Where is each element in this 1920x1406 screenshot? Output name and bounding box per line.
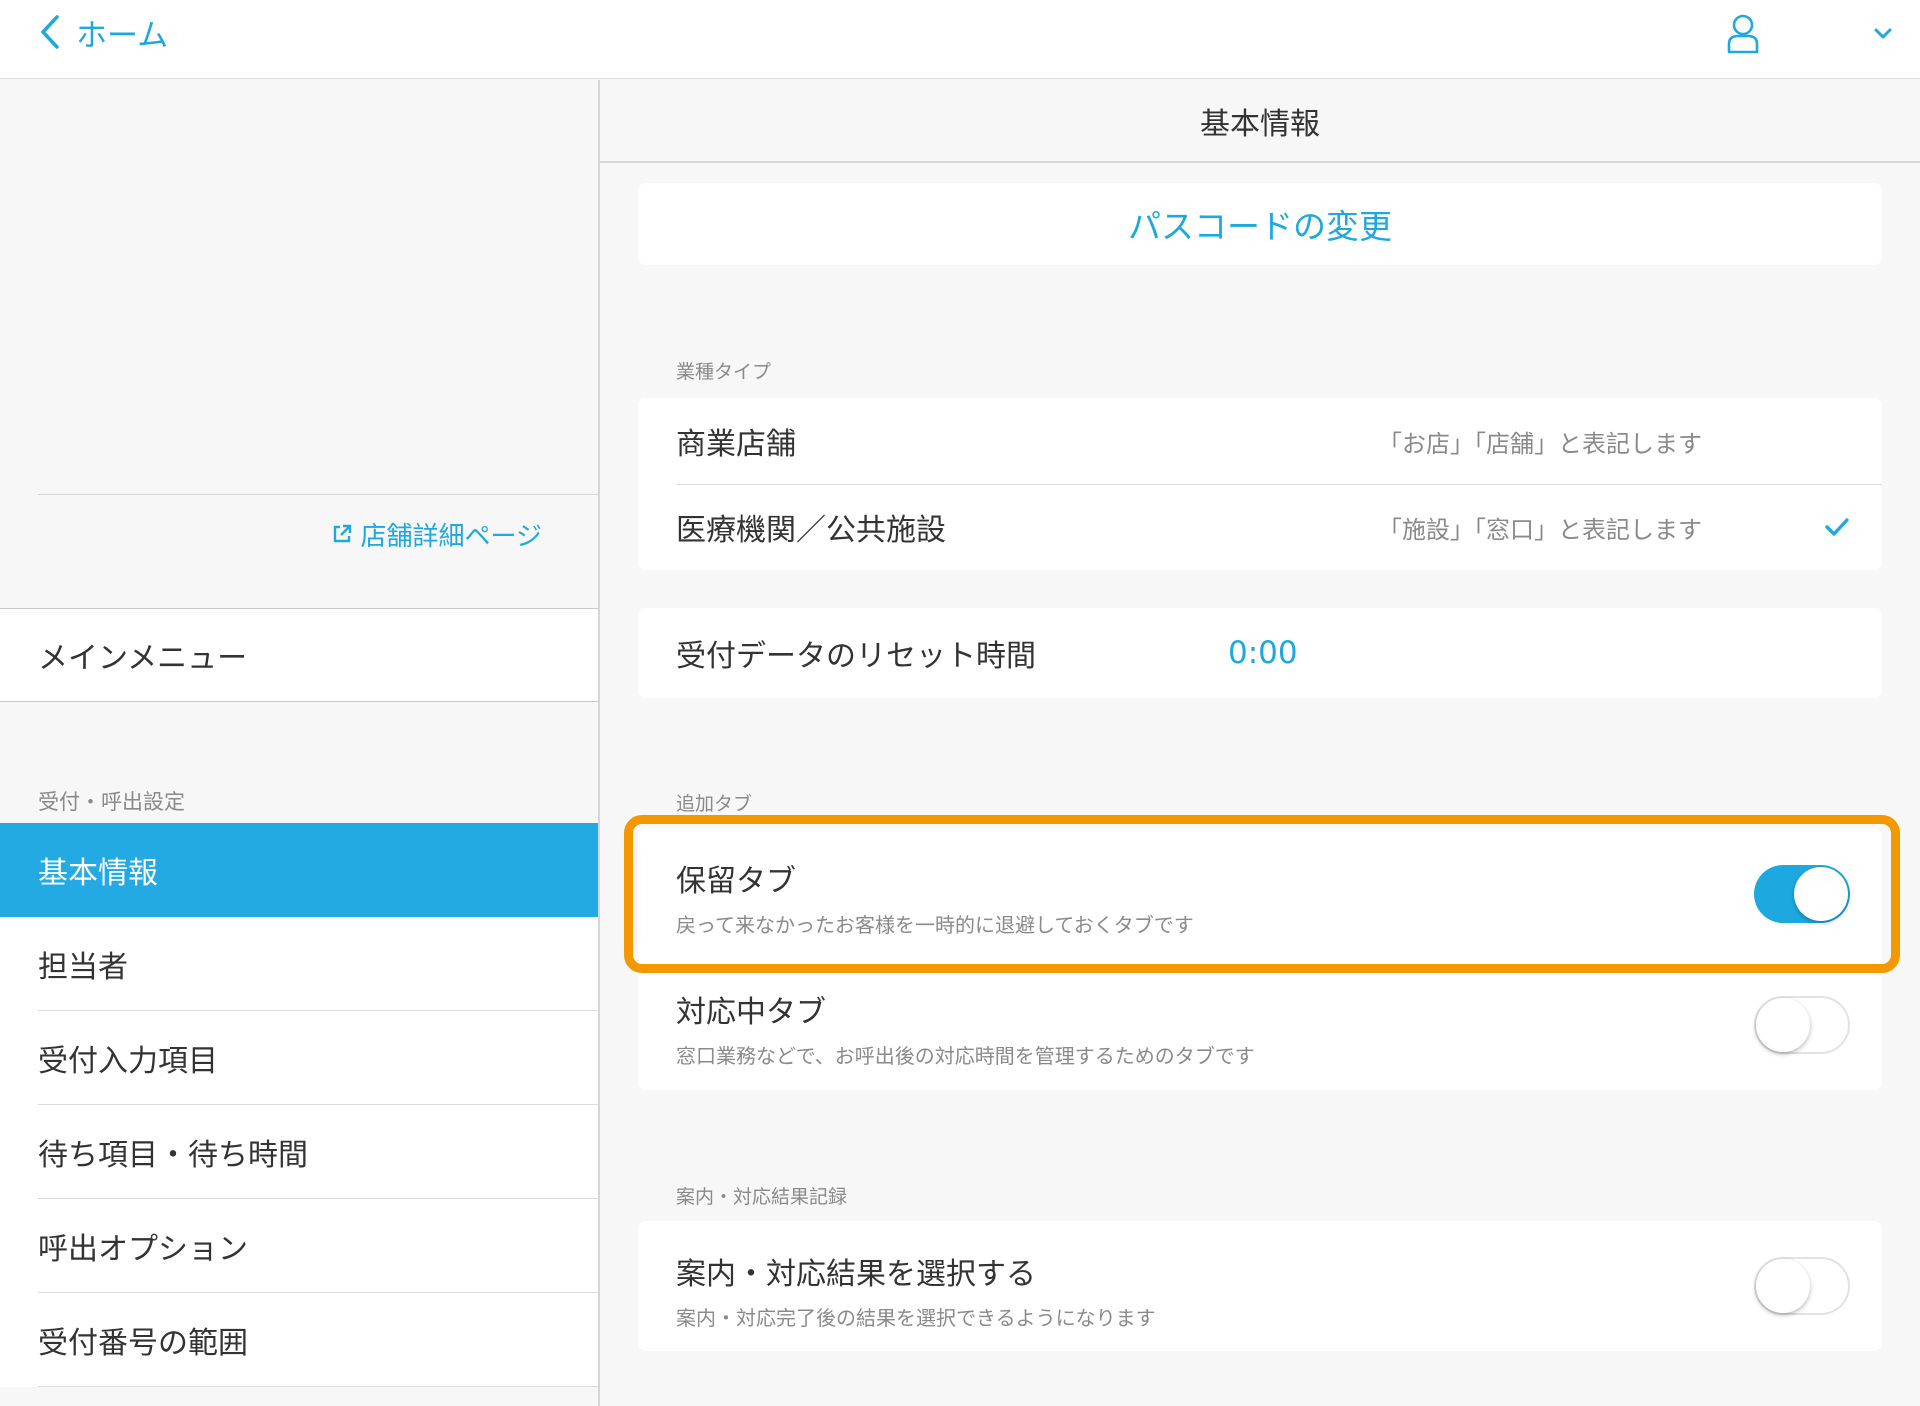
option-hint: 「施設」「窓口」と表記します (1378, 515, 1702, 544)
sidebar-item-staff[interactable]: 担当者 (0, 917, 598, 1011)
reset-time-row[interactable]: 受付データのリセット時間 0:00 (638, 608, 1882, 698)
store-detail-link[interactable]: 店舗詳細ページ (331, 516, 542, 552)
sidebar-item-call-options[interactable]: 呼出オプション (0, 1199, 598, 1293)
toggle-description: 案内・対応完了後の結果を選択できるようになります (676, 1306, 1156, 1330)
sidebar-item-basic-info[interactable]: 基本情報 (0, 823, 598, 917)
sidebar-item-label: 担当者 (38, 950, 128, 985)
sidebar-list: 基本情報 担当者 受付入力項目 待ち項目・待ち時間 呼出オプション 受付番号の範… (0, 823, 598, 1387)
toggle-title: 保留タブ (676, 864, 796, 899)
store-detail-label: 店舗詳細ページ (360, 521, 542, 552)
in-service-tab-toggle[interactable] (1754, 996, 1850, 1054)
reset-time-content: 受付データのリセット時間 0:00 (638, 608, 1882, 698)
toggle-knob (1756, 1259, 1810, 1313)
toggle-description: 戻って来なかったお客様を一時的に退避しておくタブです (676, 913, 1194, 937)
business-type-card: 商業店舗 「お店」「店舗」と表記します 医療機関／公共施設 「施設」「窓口」と表… (638, 398, 1882, 570)
chevron-down-icon[interactable] (1874, 28, 1892, 40)
user-icon[interactable] (1726, 14, 1760, 54)
option-name: 医療機関／公共施設 (676, 513, 946, 548)
external-link-icon (333, 524, 351, 543)
business-type-option-retail[interactable]: 商業店舗 「お店」「店舗」と表記します (638, 398, 1882, 484)
sidebar-item-label: 受付番号の範囲 (38, 1326, 248, 1361)
hold-tab-row: 保留タブ 戻って来なかったお客様を一時的に退避しておくタブです (638, 828, 1882, 959)
main-menu-label: メインメニュー (38, 641, 248, 676)
option-name: 商業店舗 (676, 427, 796, 462)
main-menu-button[interactable]: メインメニュー (0, 608, 598, 702)
guide-result-row: 案内・対応結果を選択する 案内・対応完了後の結果を選択できるようになります (638, 1221, 1882, 1351)
chevron-left-icon (41, 15, 59, 49)
option-hint: 「お店」「店舗」と表記します (1378, 429, 1702, 458)
checkmark-icon (1825, 518, 1849, 536)
hold-tab-toggle[interactable] (1754, 865, 1850, 923)
guide-card: 案内・対応結果を選択する 案内・対応完了後の結果を選択できるようになります (638, 1221, 1882, 1351)
change-passcode-button[interactable]: パスコードの変更 (638, 183, 1882, 265)
sidebar: 店舗詳細ページ メインメニュー 受付・呼出設定 基本情報 担当者 受付入力項目 … (0, 80, 600, 1406)
guide-result-toggle[interactable] (1754, 1257, 1850, 1315)
business-type-option-medical[interactable]: 医療機関／公共施設 「施設」「窓口」と表記します (638, 484, 1882, 570)
sidebar-section-label: 受付・呼出設定 (38, 790, 185, 814)
top-bar: ホーム (0, 0, 1920, 79)
in-service-tab-row: 対応中タブ 窓口業務などで、お呼出後の対応時間を管理するためのタブです (638, 959, 1882, 1090)
guide-section-label: 案内・対応結果記録 (676, 1186, 848, 1208)
sidebar-item-label: 待ち項目・待ち時間 (38, 1138, 308, 1173)
toggle-description: 窓口業務などで、お呼出後の対応時間を管理するためのタブです (676, 1044, 1255, 1068)
business-type-label: 業種タイプ (676, 361, 772, 383)
back-button[interactable]: ホーム (40, 12, 169, 54)
sidebar-item-number-range[interactable]: 受付番号の範囲 (0, 1293, 598, 1387)
sidebar-item-label: 呼出オプション (38, 1232, 248, 1267)
content-panel: 基本情報 パスコードの変更 業種タイプ 商業店舗 「お店」「店舗」と表記します … (600, 80, 1920, 1406)
page-title: 基本情報 (600, 80, 1920, 163)
toggle-title: 案内・対応結果を選択する (676, 1257, 1036, 1292)
sidebar-divider (38, 494, 598, 495)
reset-time-label: 受付データのリセット時間 (676, 639, 1036, 674)
extra-tabs-card: 保留タブ 戻って来なかったお客様を一時的に退避しておくタブです 対応中タブ 窓口… (638, 828, 1882, 1090)
sidebar-item-label: 基本情報 (38, 856, 158, 891)
sidebar-item-label: 受付入力項目 (38, 1044, 218, 1079)
sidebar-item-reception-fields[interactable]: 受付入力項目 (0, 1011, 598, 1105)
toggle-knob (1794, 867, 1848, 921)
toggle-knob (1756, 998, 1810, 1052)
reset-time-value: 0:00 (1228, 635, 1298, 671)
toggle-title: 対応中タブ (676, 995, 826, 1030)
sidebar-item-wait-items[interactable]: 待ち項目・待ち時間 (0, 1105, 598, 1199)
back-label: ホーム (76, 17, 169, 54)
extra-tabs-label: 追加タブ (676, 793, 753, 815)
change-passcode-label: パスコードの変更 (1128, 207, 1392, 246)
